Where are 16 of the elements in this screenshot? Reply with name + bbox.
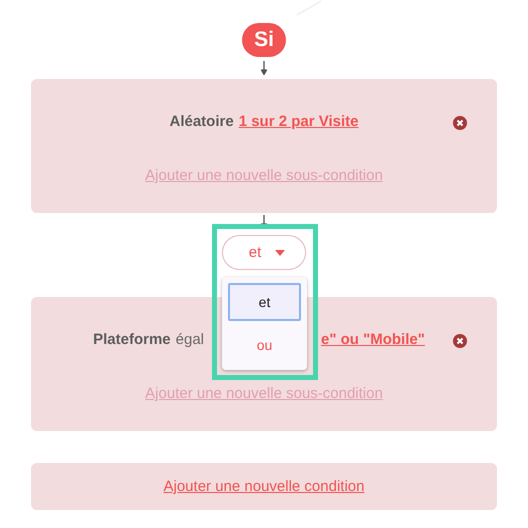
condition-field: Aléatoire	[170, 113, 234, 130]
add-condition-link[interactable]: Ajouter une nouvelle condition	[164, 478, 364, 495]
condition-value-link[interactable]: e" ou "Mobile"	[321, 331, 425, 348]
condition-operator: égal	[176, 331, 204, 348]
add-subcondition-link[interactable]: Ajouter une nouvelle sous-condition	[145, 167, 383, 184]
condition-value-link[interactable]: 1 sur 2 par Visite	[238, 113, 358, 130]
caret-icon	[275, 250, 286, 256]
condition-field: Plateforme	[93, 331, 171, 348]
add-subcondition-link[interactable]: Ajouter une nouvelle sous-condition	[145, 385, 383, 402]
dropdown-option[interactable]: et	[228, 283, 301, 320]
if-badge: Si	[242, 23, 286, 57]
dropdown-option[interactable]: ou	[228, 326, 301, 364]
arrow-icon	[261, 61, 267, 75]
close-icon[interactable]	[453, 334, 467, 348]
close-icon[interactable]	[453, 116, 467, 130]
operator-select[interactable]: et	[222, 235, 306, 270]
